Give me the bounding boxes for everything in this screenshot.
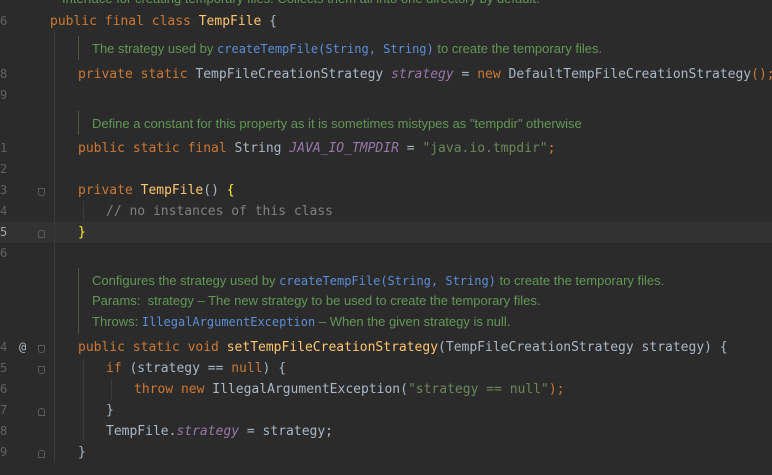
keyword: new	[477, 67, 509, 82]
doc-link[interactable]: IllegalArgumentException	[142, 315, 315, 329]
class-name: TempFile.	[106, 424, 177, 439]
fold-marker-icon[interactable]	[38, 188, 45, 196]
class-name: TempFile	[198, 14, 262, 29]
brace: {	[226, 183, 235, 198]
fold-marker-icon[interactable]	[38, 450, 45, 458]
code-line-strategy-field[interactable]: private static TempFileCreationStrategy …	[78, 64, 772, 85]
doc-text: to create the temporary files.	[495, 273, 665, 288]
fold-marker-icon[interactable]	[38, 408, 45, 416]
doc-link[interactable]: createTempFile(String, String)	[279, 274, 496, 288]
class-name: DefaultTempFileCreationStrategy	[508, 67, 752, 82]
indent-guide	[54, 32, 55, 462]
brace: }	[78, 445, 86, 460]
indent-guide	[111, 379, 112, 400]
punctuation: );	[548, 382, 565, 397]
class-name: IllegalArgumentException	[212, 382, 401, 397]
line-number: 5	[0, 225, 8, 239]
doc-link[interactable]: createTempFile(String, String)	[217, 42, 434, 56]
code-line-class-declaration[interactable]: public final class TempFile {	[50, 11, 277, 32]
code-line-setter-close[interactable]: }	[78, 442, 86, 463]
line-number: 4	[0, 340, 8, 354]
brace: }	[106, 403, 114, 418]
fold-marker-icon[interactable]	[38, 366, 45, 374]
fold-marker-icon[interactable]	[38, 230, 45, 238]
javadoc-bar	[78, 268, 79, 334]
type-name: String	[234, 141, 290, 156]
keyword: private static	[78, 67, 196, 82]
doc-text: Throws:	[92, 314, 142, 329]
doc-text: – When the given strategy is null.	[315, 314, 511, 329]
punctuation: ();	[751, 67, 772, 82]
keyword: private	[78, 183, 141, 198]
keyword: if	[106, 361, 130, 376]
code-line-if-close[interactable]: }	[106, 400, 114, 421]
line-number: 8	[0, 424, 8, 438]
javadoc-strategy: The strategy used by createTempFile(Stri…	[92, 38, 602, 59]
code-line-constructor-close[interactable]: }	[78, 222, 86, 243]
comment: // no instances of this class	[106, 204, 333, 219]
keyword: throw new	[134, 382, 213, 397]
doc-text: Configures the strategy used by	[92, 273, 280, 288]
punctuation: {	[261, 14, 277, 29]
string-literal: "strategy == null"	[407, 382, 549, 397]
string-literal: "java.io.tmpdir"	[422, 141, 548, 156]
line-number: 8	[0, 67, 8, 81]
punctuation: = strategy;	[239, 424, 333, 439]
line-number: 4	[0, 204, 8, 218]
javadoc-tmpdir: Define a constant for this property as i…	[92, 116, 582, 131]
field-name: strategy	[391, 67, 454, 82]
javadoc-top: Interface for creating temporary files. …	[62, 0, 540, 9]
type-name: TempFileCreationStrategy	[195, 67, 392, 82]
line-number: 3	[0, 183, 8, 197]
line-number: 1	[0, 141, 8, 155]
keyword: null	[231, 361, 263, 376]
operator: =	[398, 141, 423, 156]
fold-marker-icon[interactable]	[38, 345, 45, 353]
condition: (strategy ==	[129, 361, 232, 376]
line-number: 5	[0, 361, 8, 375]
javadoc-bar	[78, 111, 79, 135]
javadoc-setter-throws: Throws: IllegalArgumentException – When …	[92, 311, 510, 332]
current-line-highlight	[0, 222, 772, 243]
javadoc-setter-summary: Configures the strategy used by createTe…	[92, 270, 664, 291]
indent-guide	[83, 201, 84, 222]
line-number: 7	[0, 403, 8, 417]
line-number: 6	[0, 14, 8, 28]
code-line-if[interactable]: if (strategy == null) {	[106, 358, 286, 379]
field-name: strategy	[176, 424, 240, 439]
code-line-constructor[interactable]: private TempFile() {	[78, 180, 235, 201]
punctuation: ) {	[262, 361, 287, 376]
line-number: 9	[0, 445, 8, 459]
line-number: 6	[0, 246, 8, 260]
override-marker-icon[interactable]: @	[19, 337, 26, 358]
operator: =	[453, 67, 478, 82]
keyword: public static void	[78, 340, 227, 355]
javadoc-setter-params: Params: strategy – The new strategy to b…	[92, 293, 541, 308]
code-line-tmpdir-constant[interactable]: public static final String JAVA_IO_TMPDI…	[78, 138, 555, 159]
keyword: public final class	[50, 14, 199, 29]
indent-guide	[83, 358, 84, 442]
code-line-setter-declaration[interactable]: public static void setTempFileCreationSt…	[78, 337, 728, 358]
punctuation: ;	[547, 141, 556, 156]
javadoc-bar	[78, 36, 79, 60]
code-line-throw[interactable]: throw new IllegalArgumentException("stra…	[134, 379, 565, 400]
line-number: 6	[0, 382, 8, 396]
line-number: 2	[0, 162, 8, 176]
doc-text: The strategy used by	[92, 41, 218, 56]
code-line-comment[interactable]: // no instances of this class	[106, 201, 333, 222]
keyword: public static final	[78, 141, 235, 156]
punctuation: (	[400, 382, 408, 397]
method-name: setTempFileCreationStrategy	[226, 340, 439, 355]
parameters: (TempFileCreationStrategy strategy) {	[438, 340, 728, 355]
punctuation: ()	[203, 183, 227, 198]
line-number: 9	[0, 88, 8, 102]
doc-text: to create the temporary files.	[433, 41, 603, 56]
code-line-assignment[interactable]: TempFile.strategy = strategy;	[106, 421, 333, 442]
field-name: JAVA_IO_TMPDIR	[289, 141, 399, 156]
method-name: TempFile	[140, 183, 204, 198]
brace: }	[78, 225, 86, 240]
